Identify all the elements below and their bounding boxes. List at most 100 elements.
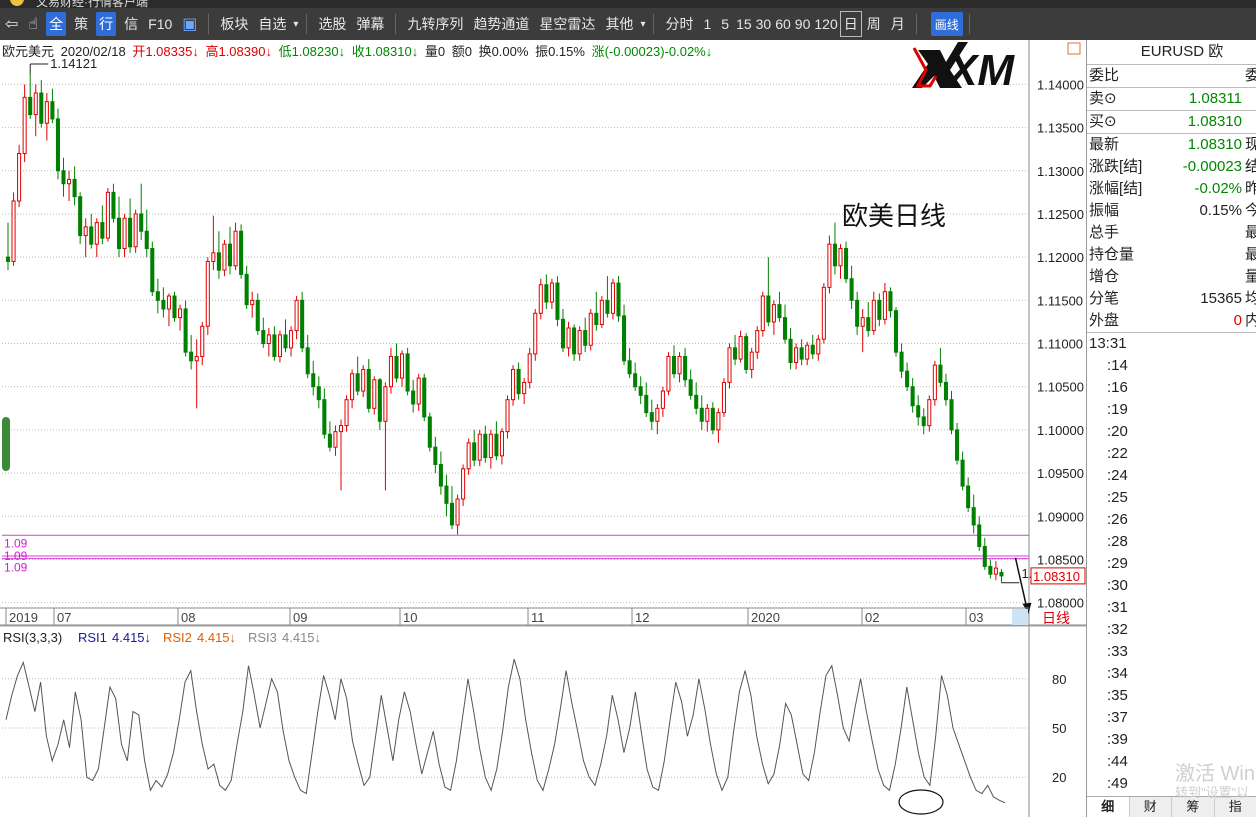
toolbar-ce[interactable]: 策 — [69, 12, 93, 36]
candle-body — [738, 336, 743, 360]
period-month[interactable]: 月 — [886, 12, 910, 36]
period-90[interactable]: 90 — [793, 12, 813, 36]
hand-icon[interactable]: ☝ — [23, 12, 43, 36]
period-week[interactable]: 周 — [862, 12, 886, 36]
candle-body — [166, 295, 171, 310]
quote-row-tail: 昨 — [1245, 180, 1256, 197]
candle-body — [749, 351, 754, 370]
tick-time: :37 — [1107, 709, 1128, 726]
activation-watermark-sub: 转到"设置"以 — [1175, 785, 1250, 800]
draw-line-button[interactable]: 画线 — [930, 12, 963, 36]
period-fenshi[interactable]: 分时 — [660, 12, 698, 36]
candle-body — [744, 336, 749, 370]
candle-body — [660, 390, 665, 409]
period-60[interactable]: 60 — [773, 12, 793, 36]
candle-body — [300, 299, 305, 349]
menu-zixuan[interactable]: 自选 — [253, 12, 291, 36]
menu-jiuzhuan[interactable]: 九转序列 — [402, 12, 468, 36]
candle-body — [816, 338, 821, 355]
candle-body — [266, 334, 271, 345]
candle-body — [361, 368, 366, 392]
period-day[interactable]: 日 — [839, 11, 862, 37]
menu-xuangu[interactable]: 选股 — [313, 12, 351, 36]
quote-row-tail: 内 — [1245, 312, 1256, 329]
candle-body — [155, 291, 160, 301]
candle-body — [916, 405, 921, 418]
candle-body — [560, 318, 566, 349]
candle-body — [194, 355, 199, 362]
candle-body — [721, 381, 726, 414]
quote-row-tail: 委 — [1245, 67, 1256, 84]
toolbar-quan[interactable]: 全 — [46, 12, 67, 36]
quote-row: 总手 最 — [1087, 222, 1256, 244]
candle-body — [244, 273, 249, 306]
candle-body — [200, 325, 205, 357]
candle-body — [888, 291, 893, 312]
candle-body — [588, 312, 593, 346]
candle-body — [733, 347, 738, 360]
candle-body — [144, 230, 149, 250]
candle-body — [100, 222, 105, 239]
price-tick-label: 1.09000 — [1037, 509, 1084, 524]
tick-time: :49 — [1107, 775, 1128, 792]
period-30[interactable]: 30 — [754, 12, 774, 36]
tick-list[interactable]: 13:31:14:16:19:20:22:24:25:26:28:29:30:3… — [1087, 333, 1256, 803]
candle-body — [849, 278, 854, 301]
menu-bankuai[interactable]: 板块 — [215, 12, 253, 36]
toolbar-hang[interactable]: 行 — [96, 12, 117, 36]
candle-body — [377, 379, 382, 422]
menu-danmu[interactable]: 弹幕 — [351, 12, 389, 36]
quote-row-label: 涨幅[结] — [1089, 180, 1143, 197]
toolbar-f10[interactable]: F10 — [143, 12, 177, 36]
chevron-down-icon[interactable]: ▾ — [291, 12, 300, 36]
candle-body — [705, 407, 710, 422]
quote-row-tail: 今 — [1245, 202, 1256, 219]
period-15[interactable]: 15 — [734, 12, 754, 36]
app-logo-icon — [10, 0, 24, 6]
quote-row-label: 外盘 — [1089, 312, 1120, 329]
quote-row: 委比 委 — [1087, 65, 1256, 88]
candle-body — [949, 399, 954, 431]
tick-time: :35 — [1107, 687, 1128, 704]
candle-body — [782, 317, 788, 340]
period-1[interactable]: 1 — [698, 12, 716, 36]
quote-row-value: -0.02% — [1194, 180, 1242, 197]
candle-body — [133, 213, 138, 248]
price-tick-label: 1.14000 — [1037, 77, 1084, 92]
tab-finance[interactable]: 财 — [1130, 797, 1172, 817]
candle-body — [222, 243, 227, 271]
candle-body — [322, 399, 327, 435]
back-icon[interactable]: ⇦ — [0, 12, 23, 36]
price-tick-label: 1.10000 — [1037, 423, 1084, 438]
candle-body — [427, 416, 432, 448]
toolbar-separator — [208, 14, 210, 34]
candle-body — [577, 330, 582, 355]
candle-body — [394, 355, 399, 379]
menu-xingkong[interactable]: 星空雷达 — [534, 12, 600, 36]
candle-body — [289, 330, 294, 349]
tick-time: :19 — [1107, 401, 1128, 418]
menu-qushi[interactable]: 趋势通道 — [468, 12, 534, 36]
toolbar-separator — [395, 14, 397, 34]
candle-body — [494, 433, 499, 457]
chart-canvas[interactable]: 1.14000 1.13500 1.13000 1.12500 1.12000 1.115… — [0, 40, 1086, 817]
candle-body — [938, 364, 943, 383]
candle-body — [799, 347, 804, 360]
candle-body — [355, 373, 360, 392]
candle-body — [499, 431, 504, 457]
period-120[interactable]: 120 — [812, 12, 839, 36]
toolbar-separator — [306, 14, 308, 34]
menu-qita[interactable]: 其他 — [600, 12, 638, 36]
candle-body — [344, 399, 349, 427]
candle-body — [438, 463, 443, 487]
side-symbol-header[interactable]: EURUSD 欧 — [1087, 40, 1256, 65]
tick-time: :31 — [1107, 599, 1128, 616]
window-icon[interactable]: ▣ — [177, 12, 202, 36]
tab-detail[interactable]: 细 — [1087, 797, 1130, 817]
kline-chart-area[interactable]: 欧元美元 2020/02/18 开1.08335↓ 高1.08390↓ 低1.0… — [0, 40, 1086, 817]
toolbar-xin[interactable]: 信 — [119, 12, 143, 36]
price-tick-label: 1.11500 — [1037, 293, 1083, 308]
chevron-down-icon[interactable]: ▾ — [638, 12, 647, 36]
period-5[interactable]: 5 — [716, 12, 734, 36]
candle-body — [105, 191, 110, 239]
